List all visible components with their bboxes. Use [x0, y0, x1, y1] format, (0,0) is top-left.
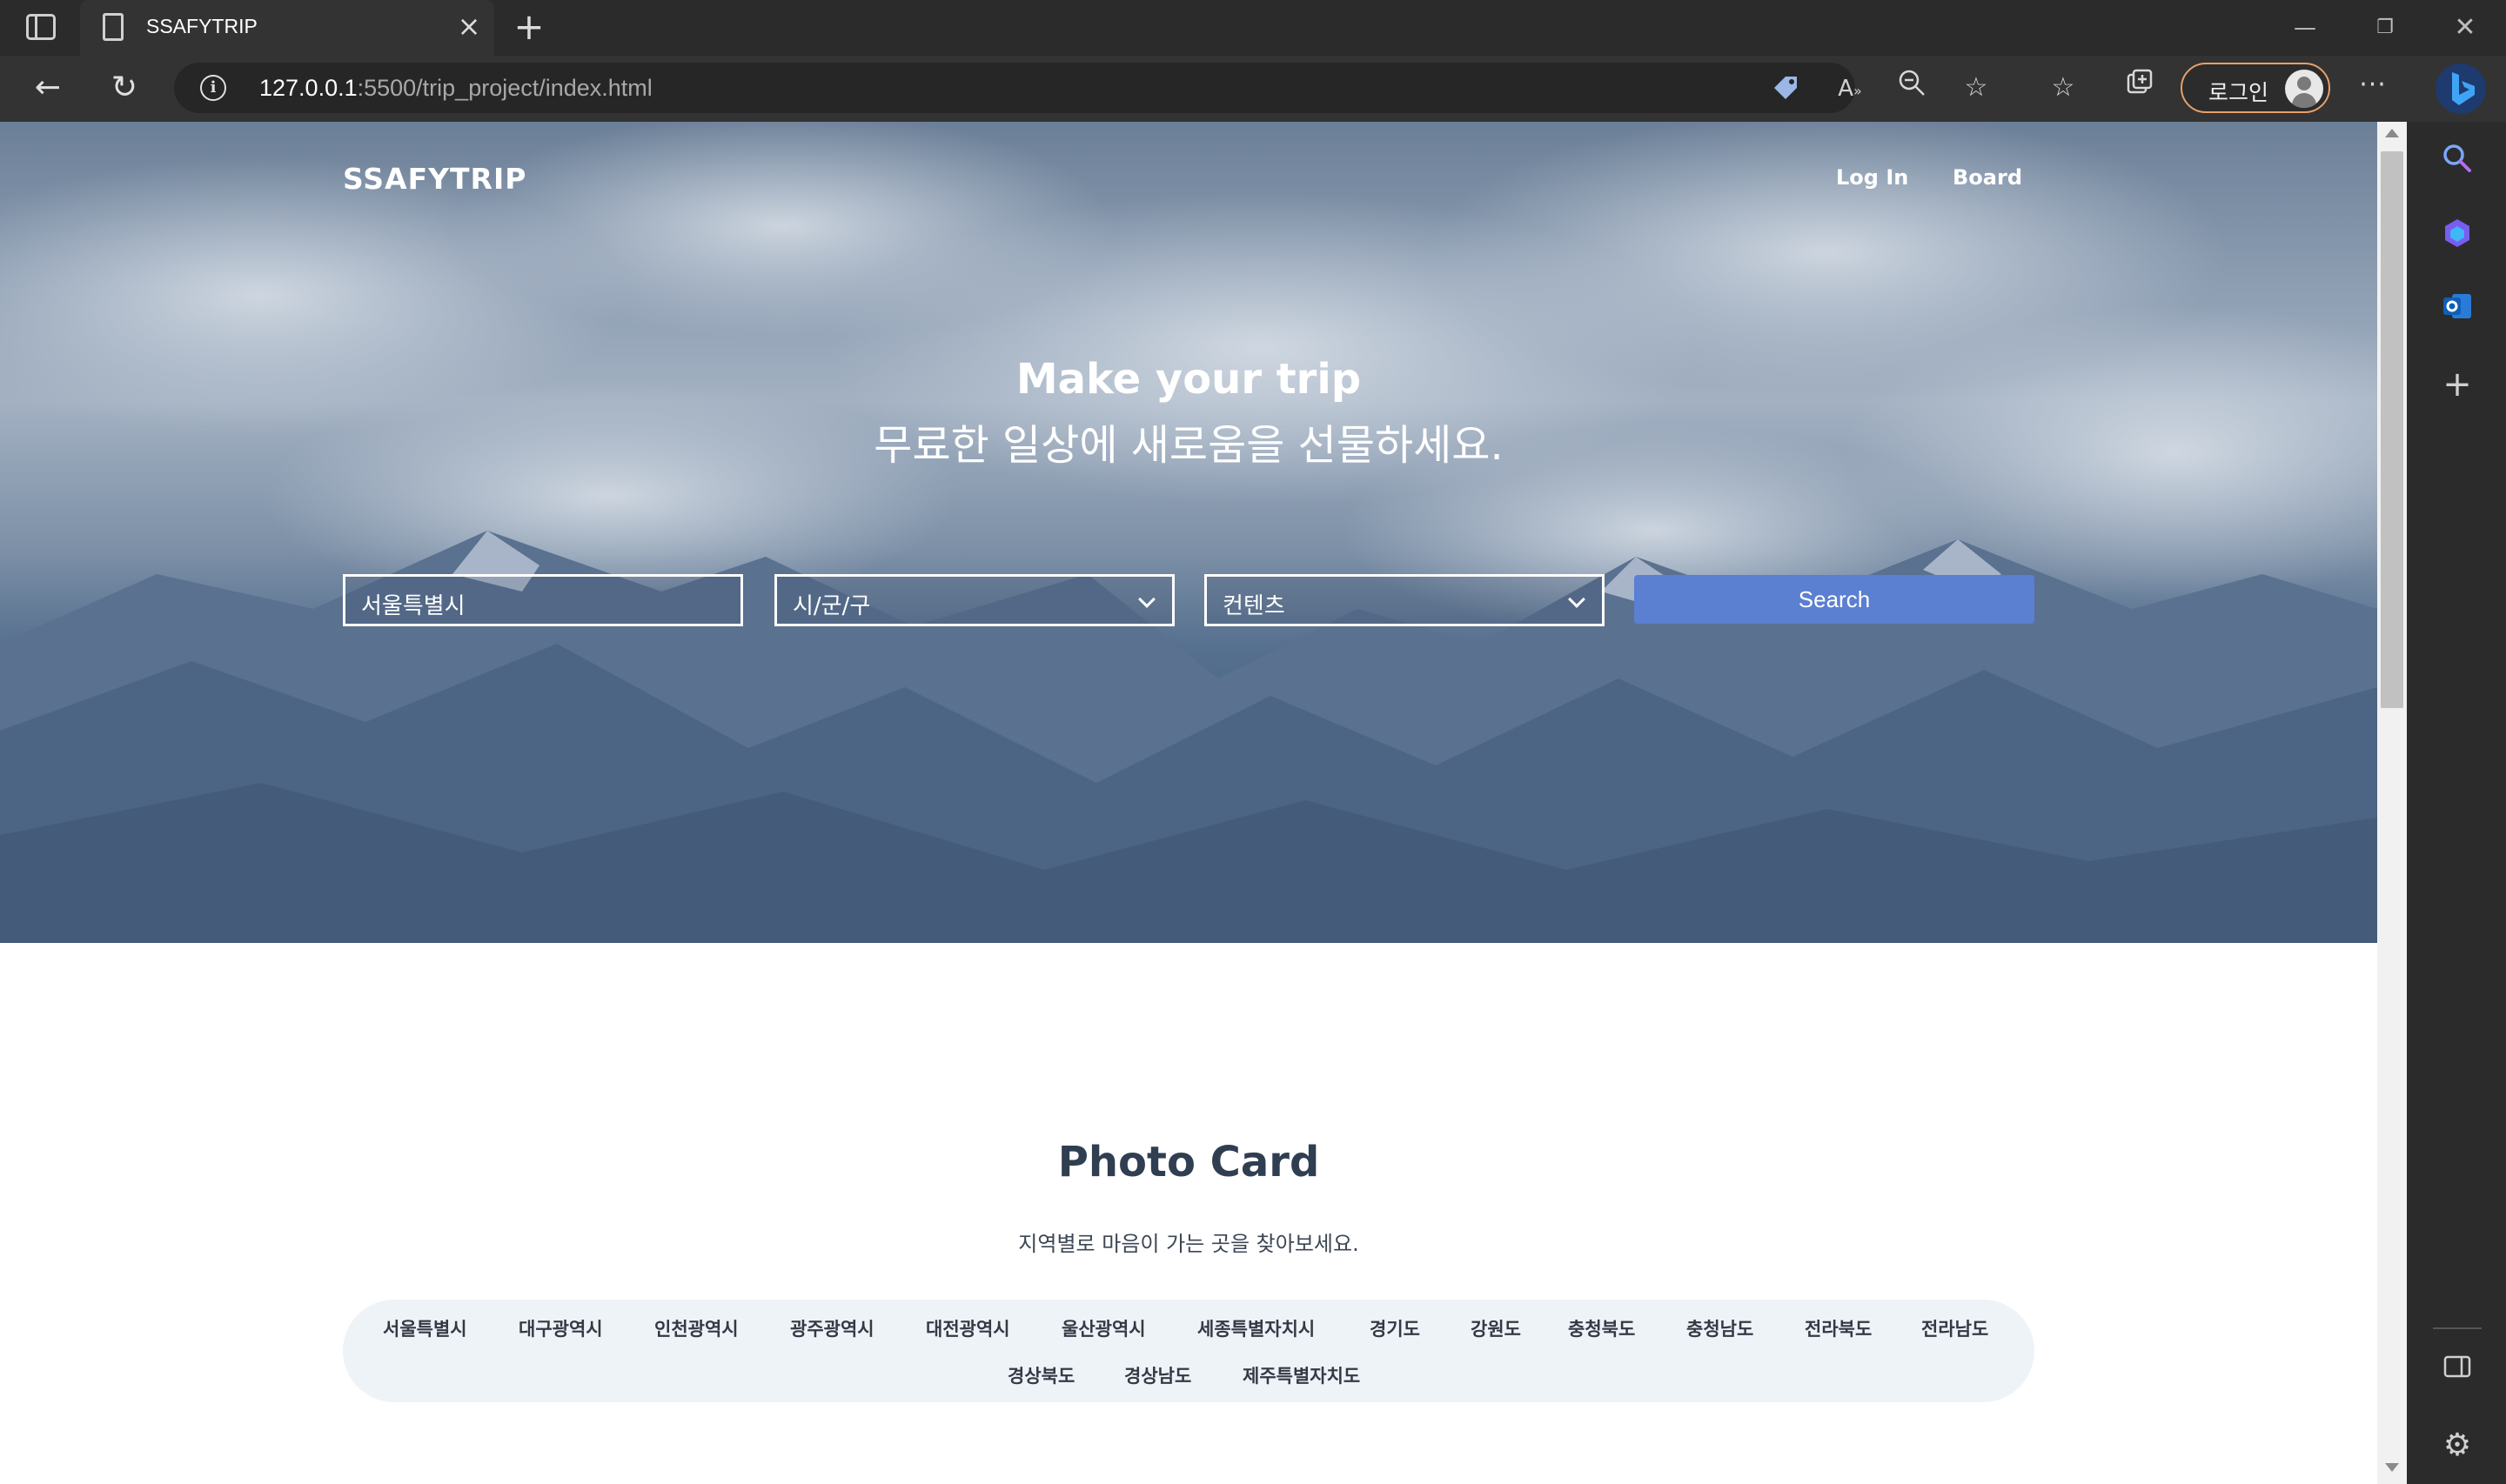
- chevron-down-icon: [1138, 591, 1156, 608]
- region-tab[interactable]: 경기도: [1370, 1315, 1420, 1341]
- nav-board-link[interactable]: Board: [1953, 165, 2022, 190]
- profile-button[interactable]: 로그인: [2181, 63, 2330, 113]
- region-tab[interactable]: 강원도: [1471, 1315, 1521, 1341]
- favorites-icon[interactable]: ☆: [2043, 68, 2083, 108]
- province-select[interactable]: 서울특별시: [343, 574, 743, 626]
- sidebar-divider: [2433, 1327, 2482, 1329]
- hero-section: SSAFYTRIP Log In Board Make your trip 무료…: [0, 122, 2377, 943]
- profile-label: 로그인: [2208, 80, 2269, 105]
- region-tab[interactable]: 울산광역시: [1062, 1315, 1146, 1341]
- scroll-down-arrow-icon[interactable]: [2385, 1463, 2399, 1472]
- region-tab[interactable]: 인천광역시: [654, 1315, 739, 1341]
- scroll-up-arrow-icon[interactable]: [2385, 129, 2399, 137]
- hero-title: Make your trip: [1015, 355, 1362, 404]
- zoom-out-icon[interactable]: [1892, 68, 1932, 108]
- avatar-icon: [2285, 70, 2323, 108]
- outlook-icon[interactable]: [2438, 289, 2476, 327]
- region-tab[interactable]: 대전광역시: [926, 1315, 1010, 1341]
- district-select[interactable]: 시/군/구: [774, 574, 1175, 626]
- site-info-icon[interactable]: i: [200, 75, 226, 101]
- region-tab[interactable]: 충청남도: [1686, 1315, 1753, 1341]
- browser-toolbar: ← ↻ i 127.0.0.1:5500/trip_project/index.…: [0, 56, 2506, 122]
- region-filter-bar: 서울특별시 대구광역시 인천광역시 광주광역시 대전광역시 울산광역시 세종특별…: [343, 1300, 2034, 1402]
- sidebar-toggle-icon[interactable]: [2438, 1352, 2476, 1390]
- region-tab[interactable]: 제주특별자치도: [1243, 1362, 1360, 1388]
- region-tab[interactable]: 세종특별자치시: [1197, 1315, 1315, 1341]
- region-tab[interactable]: 경상북도: [1008, 1362, 1075, 1388]
- chevron-down-icon: [1568, 591, 1585, 608]
- settings-icon[interactable]: ⚙: [2438, 1427, 2476, 1465]
- address-bar[interactable]: i 127.0.0.1:5500/trip_project/index.html…: [174, 63, 1862, 113]
- content-type-select-value: 컨텐츠: [1223, 593, 1285, 619]
- section-title: Photo Card: [1057, 1138, 1320, 1187]
- province-select-value: 서울특별시: [361, 593, 466, 619]
- nav-login-link[interactable]: Log In: [1836, 165, 1908, 190]
- tab-title: SSAFYTRIP: [146, 15, 258, 37]
- region-tab[interactable]: 전라북도: [1805, 1315, 1872, 1341]
- hero-subtitle: 무료한 일상에 새로움을 선물하세요.: [874, 421, 1504, 470]
- copilot-icon[interactable]: [2438, 216, 2476, 254]
- district-select-value: 시/군/구: [793, 593, 871, 619]
- back-icon[interactable]: ←: [26, 66, 70, 110]
- restore-icon[interactable]: ❐: [2355, 9, 2416, 47]
- region-tab[interactable]: 전라남도: [1921, 1315, 1988, 1341]
- region-tab[interactable]: 서울특별시: [383, 1315, 467, 1341]
- new-tab-icon[interactable]: +: [512, 9, 546, 45]
- copilot-icon[interactable]: [2433, 60, 2489, 117]
- page-scrollbar[interactable]: [2377, 122, 2407, 1484]
- mountain-background: [0, 122, 2377, 943]
- more-icon[interactable]: ···: [2353, 68, 2393, 108]
- region-tab[interactable]: 충청북도: [1568, 1315, 1635, 1341]
- collections-icon[interactable]: [2120, 68, 2160, 108]
- close-window-icon[interactable]: ✕: [2435, 9, 2496, 47]
- region-tab[interactable]: 광주광역시: [790, 1315, 874, 1341]
- coupon-tag-icon[interactable]: [1770, 73, 1801, 104]
- read-aloud-icon[interactable]: A»: [1834, 73, 1866, 104]
- browser-tab[interactable]: SSAFYTRIP ×: [80, 0, 494, 56]
- browser-sidebar: + ⚙: [2407, 122, 2506, 1484]
- page-viewport: SSAFYTRIP Log In Board Make your trip 무료…: [0, 122, 2377, 1484]
- tab-actions-icon[interactable]: [26, 14, 56, 40]
- url-text[interactable]: 127.0.0.1:5500/trip_project/index.html: [259, 75, 653, 102]
- add-favorite-icon[interactable]: ☆: [1956, 68, 1996, 108]
- page-icon: [103, 13, 124, 41]
- site-logo[interactable]: SSAFYTRIP: [343, 162, 526, 196]
- region-tab[interactable]: 대구광역시: [519, 1315, 603, 1341]
- minimize-icon[interactable]: —: [2275, 9, 2335, 47]
- refresh-icon[interactable]: ↻: [103, 66, 146, 110]
- scroll-thumb[interactable]: [2381, 151, 2403, 708]
- add-icon[interactable]: +: [2438, 365, 2476, 404]
- close-tab-icon[interactable]: ×: [454, 12, 484, 42]
- content-type-select[interactable]: 컨텐츠: [1204, 574, 1605, 626]
- search-icon[interactable]: [2438, 141, 2476, 179]
- region-tab[interactable]: 경상남도: [1124, 1362, 1191, 1388]
- search-button[interactable]: Search: [1634, 575, 2034, 624]
- tab-bar: SSAFYTRIP × + — ❐ ✕: [0, 0, 2506, 56]
- section-description: 지역별로 마음이 가는 곳을 찾아보세요.: [1018, 1232, 1359, 1256]
